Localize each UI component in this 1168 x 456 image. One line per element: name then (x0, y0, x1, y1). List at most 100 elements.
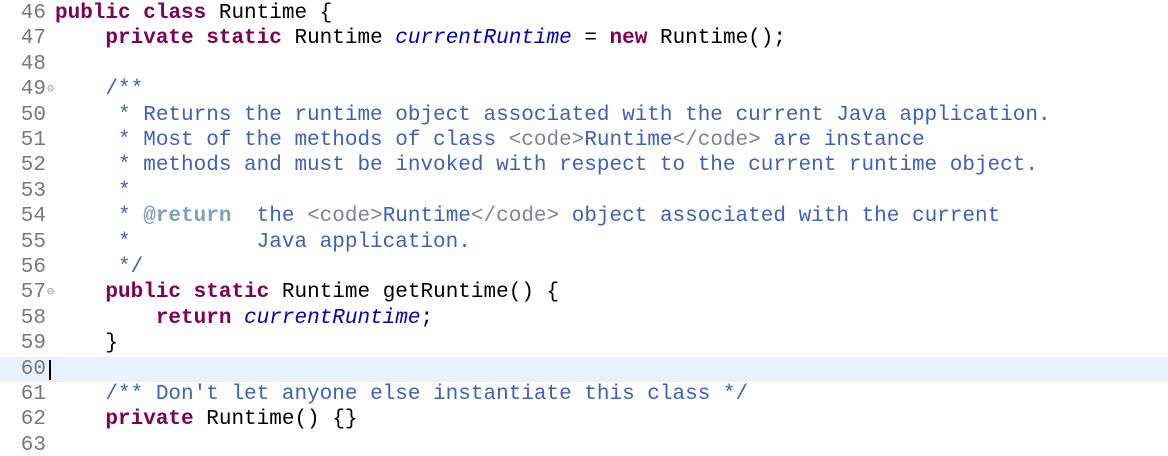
line-number: 52 (20, 154, 46, 178)
code-line[interactable]: 60 (0, 356, 1168, 382)
code-token: * methods and must be invoked with respe… (55, 154, 1038, 178)
code-line[interactable]: 61 /** Don't let anyone else instantiate… (0, 382, 1168, 407)
code-line[interactable]: 47 private static Runtime currentRuntime… (0, 26, 1168, 51)
code-token: Runtime { (206, 2, 333, 25)
code-line[interactable]: 49 ⊖ /** (0, 77, 1168, 102)
code-line[interactable]: 58 return currentRuntime; (0, 306, 1168, 331)
code-text: * Java application. (55, 230, 471, 255)
code-token: Runtime(); (647, 27, 786, 51)
code-token: /** (105, 78, 144, 102)
code-text: /** Don't let anyone else instantiate th… (55, 382, 748, 407)
code-text: public class Runtime { (55, 1, 332, 26)
code-token: currentRuntime (244, 306, 421, 330)
code-token: static (206, 27, 282, 51)
code-token: Runtime getRuntime() { (269, 281, 560, 305)
code-text: * @return the <code>Runtime</code> objec… (55, 204, 1000, 229)
code-text: * (55, 179, 131, 204)
code-token: private (105, 408, 194, 432)
code-token: Runtime (584, 129, 673, 152)
code-line[interactable]: 50 * Returns the runtime object associat… (0, 103, 1168, 128)
code-line[interactable]: 55 * Java application. (0, 230, 1168, 255)
line-number: 48 (20, 52, 46, 76)
code-editor[interactable]: 46 public class Runtime {47 private stati… (0, 0, 1168, 456)
code-token: the (231, 205, 308, 229)
fold-toggle-icon[interactable]: ⊖ (47, 280, 54, 305)
line-number: 53 (20, 179, 46, 203)
code-token: </code> (470, 205, 560, 229)
code-token: are instance (760, 129, 925, 152)
code-text: * Returns the runtime object associated … (55, 103, 1051, 128)
code-text: * methods and must be invoked with respe… (55, 153, 1038, 178)
line-number: 62 (20, 408, 46, 432)
code-line[interactable]: 63 (0, 433, 1168, 456)
code-text: */ (55, 255, 143, 280)
line-number: 57 (20, 281, 46, 305)
code-text: public static Runtime getRuntime() { (55, 280, 559, 305)
line-number: 51 (20, 129, 46, 152)
code-token: class (143, 2, 207, 25)
code-token: * Returns the runtime object associated … (55, 103, 1051, 127)
code-token: </code> (672, 129, 761, 152)
line-number: 49 (20, 78, 46, 102)
line-number: 60 (20, 357, 46, 381)
code-text: /** (55, 77, 143, 102)
code-token: * Java application. (55, 230, 471, 254)
code-token: static (193, 281, 270, 305)
code-text: * Most of the methods of class <code>Run… (55, 128, 925, 153)
line-number: 46 (20, 2, 46, 25)
code-text: private Runtime() {} (55, 407, 357, 432)
code-token: Runtime (281, 27, 396, 51)
code-line[interactable]: 62 private Runtime() {} (0, 407, 1168, 432)
code-token: return (155, 306, 232, 330)
fold-toggle-icon[interactable]: ⊖ (47, 77, 54, 102)
code-token: Runtime (382, 205, 471, 229)
text-caret (49, 359, 51, 380)
code-token: Runtime() {} (193, 408, 358, 432)
code-token: <code> (508, 129, 585, 152)
code-token: object associated with the current (559, 205, 1001, 229)
code-line[interactable]: 57 ⊖ public static Runtime getRuntime() { (0, 280, 1168, 305)
code-token: = (571, 27, 610, 51)
code-text: return currentRuntime; (55, 306, 433, 331)
code-line[interactable]: 56 */ (0, 255, 1168, 280)
code-token: private (105, 27, 194, 51)
code-token: @return (143, 205, 232, 229)
line-number: 56 (20, 256, 46, 279)
code-token: ; (420, 306, 434, 330)
line-number: 47 (20, 27, 46, 51)
code-token: } (55, 332, 119, 356)
code-token: * Most of the methods of class (55, 129, 509, 152)
code-line[interactable]: 53 * (0, 179, 1168, 204)
code-line[interactable]: 54 * @return the <code>Runtime</code> ob… (0, 204, 1168, 229)
code-token: * (55, 205, 144, 229)
line-number: 61 (20, 383, 46, 406)
code-token: */ (55, 256, 144, 279)
code-token: /** Don't let anyone else instantiate th… (105, 383, 749, 406)
code-token: currentRuntime (395, 27, 572, 51)
code-text: private static Runtime currentRuntime = … (55, 26, 786, 51)
code-token: * (55, 179, 131, 203)
line-number: 54 (20, 205, 46, 229)
line-number: 55 (20, 230, 46, 254)
code-text: } (55, 331, 118, 356)
line-number: 58 (20, 306, 46, 330)
code-line[interactable]: 59 } (0, 331, 1168, 356)
code-token: <code> (307, 205, 383, 229)
code-line[interactable]: 48 (0, 52, 1168, 77)
line-number: 59 (20, 332, 46, 356)
line-number: 50 (20, 103, 46, 127)
code-line[interactable]: 51 * Most of the methods of class <code>… (0, 128, 1168, 153)
code-token: public (55, 2, 131, 25)
code-line[interactable]: 46 public class Runtime { (0, 1, 1168, 26)
code-line[interactable]: 52 * methods and must be invoked with re… (0, 153, 1168, 178)
code-token: public (105, 281, 182, 305)
